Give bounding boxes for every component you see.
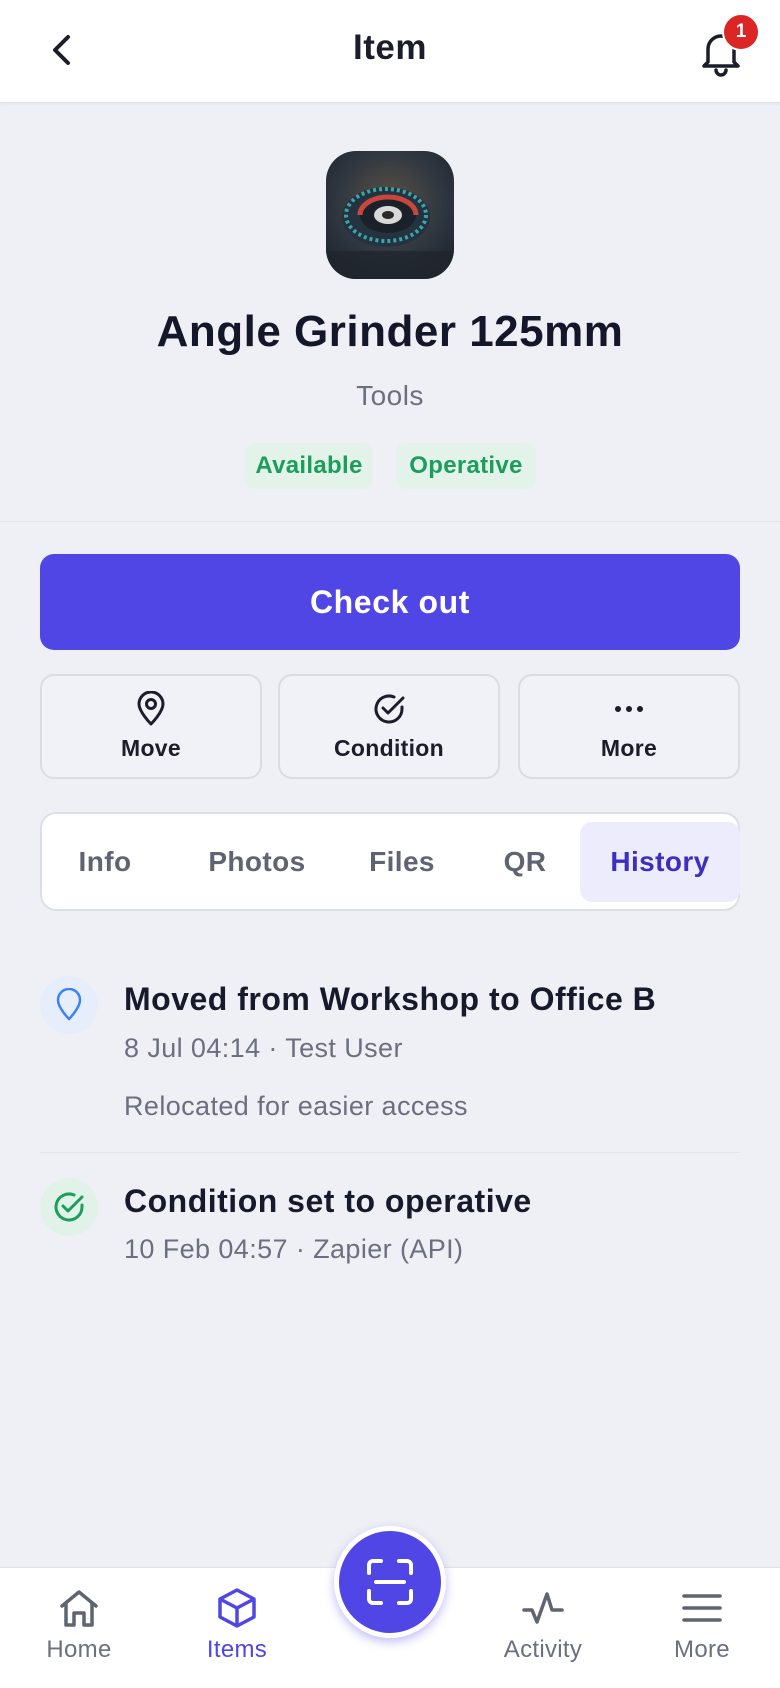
activity-icon (522, 1592, 564, 1624)
check-out-button[interactable]: Check out (40, 554, 740, 650)
nav-more[interactable]: More (632, 1586, 772, 1664)
move-button[interactable]: Move (40, 674, 262, 779)
status-badge-operative: Operative (396, 443, 536, 489)
check-circle-icon (54, 1192, 84, 1222)
move-button-label: Move (121, 735, 181, 761)
nav-items[interactable]: Items (167, 1586, 307, 1664)
history-item-note: Relocated for easier access (124, 1091, 468, 1121)
nav-activity[interactable]: Activity (473, 1586, 613, 1664)
history-item-title: Condition set to operative (124, 1183, 532, 1219)
item-photo[interactable] (326, 151, 454, 279)
history-item-meta: 10 Feb 04:57 · Zapier (API) (124, 1234, 464, 1264)
check-circle-icon (374, 694, 405, 724)
page-title: Item (353, 28, 427, 67)
tab-qr[interactable]: QR (490, 822, 560, 902)
top-app-bar: Item 1 (0, 0, 780, 103)
more-button-label: More (600, 735, 658, 761)
nav-items-label: Items (206, 1636, 268, 1663)
menu-icon (682, 1594, 722, 1622)
divider (40, 1152, 740, 1153)
condition-button-label: Condition (334, 735, 444, 761)
box-icon (218, 1588, 256, 1628)
home-icon (60, 1590, 98, 1627)
notification-badge: 1 (722, 13, 760, 51)
more-actions-button[interactable]: More (518, 674, 740, 779)
location-pin-icon (137, 691, 165, 726)
history-item-meta: 8 Jul 04:14 · Test User (124, 1033, 403, 1063)
more-horizontal-icon (615, 706, 643, 712)
tab-history[interactable]: History (580, 822, 740, 902)
tab-files[interactable]: Files (352, 822, 452, 902)
history-item-title: Moved from Workshop to Office B (124, 981, 657, 1017)
item-name: Angle Grinder 125mm (156, 307, 624, 356)
history-condition-icon-wrap (40, 1178, 98, 1236)
nav-home-label: Home (46, 1636, 112, 1663)
divider (0, 521, 780, 522)
nav-more-label: More (674, 1636, 730, 1663)
tab-bar: Info Photos Files QR History (40, 812, 740, 911)
scan-icon (367, 1559, 413, 1605)
history-move-icon-wrap (40, 976, 98, 1034)
status-badge-available: Available (245, 443, 373, 489)
tab-info[interactable]: Info (60, 822, 150, 902)
condition-button[interactable]: Condition (278, 674, 500, 779)
item-photo-image (326, 151, 454, 279)
tab-photos[interactable]: Photos (192, 822, 322, 902)
scan-button[interactable] (334, 1526, 446, 1638)
location-pin-icon (56, 988, 82, 1021)
nav-activity-label: Activity (503, 1636, 583, 1663)
nav-home[interactable]: Home (9, 1586, 149, 1664)
item-category: Tools (356, 380, 424, 411)
